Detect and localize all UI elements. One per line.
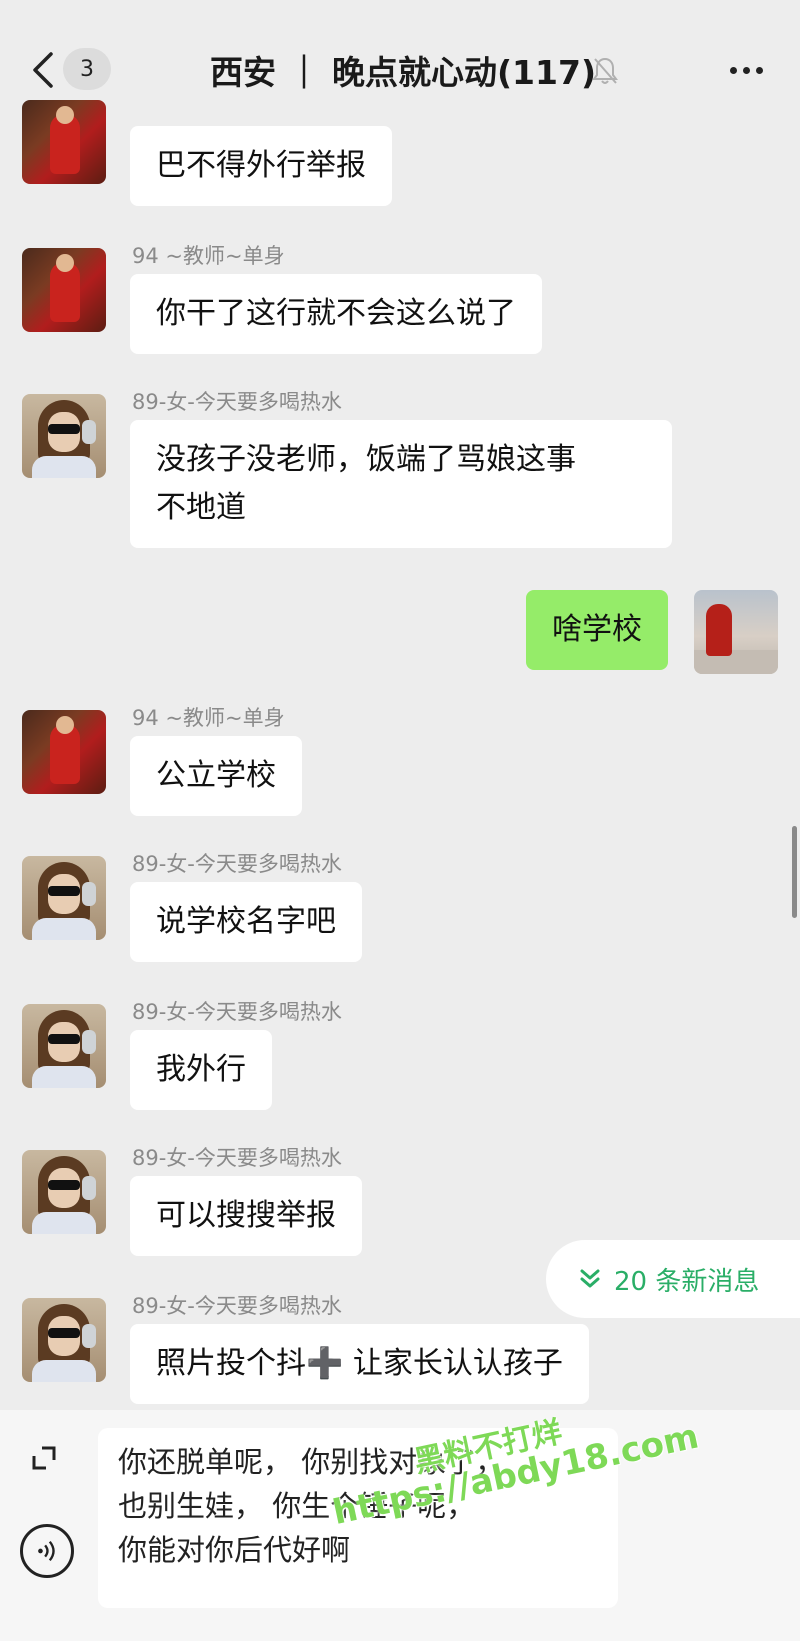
avatar[interactable] — [22, 100, 106, 184]
message-bubble[interactable]: 可以搜搜举报 — [130, 1176, 362, 1256]
sender-name: 94 ~教师~单身 — [132, 244, 285, 268]
input-line: 你能对你后代好啊 — [118, 1533, 351, 1567]
message-bubble[interactable]: 说学校名字吧 — [130, 882, 362, 962]
message-bubble-self[interactable]: 啥学校 — [526, 590, 668, 670]
input-line: 你还脱单呢， 你别找对象了， — [118, 1445, 505, 1479]
double-chevron-down-icon — [580, 1269, 600, 1288]
dot-icon — [729, 66, 737, 74]
dot-icon — [755, 66, 763, 74]
avatar[interactable] — [22, 1150, 106, 1234]
message-bubble[interactable]: 公立学校 — [130, 736, 302, 816]
message-bubble[interactable]: 没孩子没老师，饭端了骂娘这事 不地道 — [130, 420, 672, 548]
sender-name: 94 ~教师~单身 — [132, 706, 285, 730]
back-button[interactable] — [28, 48, 58, 92]
voice-input-button[interactable] — [20, 1524, 74, 1578]
sender-name: 89-女-今天要多喝热水 — [132, 1146, 342, 1170]
avatar[interactable] — [22, 856, 106, 940]
message-bubble[interactable]: 我外行 — [130, 1030, 272, 1110]
message-bubble[interactable]: 照片投个抖➕ 让家长认认孩子 — [130, 1324, 589, 1404]
sender-name: 89-女-今天要多喝热水 — [132, 1294, 342, 1318]
more-options-button[interactable] — [724, 52, 768, 88]
expand-icon[interactable] — [30, 1444, 58, 1472]
chevron-left-icon — [33, 52, 53, 88]
input-bar: 你还脱单呢， 你别找对象了， 也别生娃， 你生个锤子呢， 你能对你后代好啊 — [0, 1410, 800, 1641]
message-line: 不地道 — [156, 490, 246, 525]
chat-header: 3 西安 ｜ 晚点就心动(117) — [0, 0, 800, 128]
avatar-self[interactable] — [694, 590, 778, 674]
avatar[interactable] — [22, 248, 106, 332]
dot-icon — [742, 66, 750, 74]
new-messages-label: 20 条新消息 — [614, 1266, 760, 1297]
sender-name: 89-女-今天要多喝热水 — [132, 390, 342, 414]
new-messages-button[interactable]: 20 条新消息 — [546, 1240, 800, 1318]
avatar[interactable] — [22, 1298, 106, 1382]
unread-count-badge[interactable]: 3 — [63, 48, 111, 90]
voice-wave-icon — [38, 1540, 55, 1562]
avatar[interactable] — [22, 710, 106, 794]
input-line: 也别生娃， 你生个锤子呢， — [118, 1489, 476, 1523]
message-bubble[interactable]: 巴不得外行举报 — [130, 126, 392, 206]
sender-name: 89-女-今天要多喝热水 — [132, 852, 342, 876]
message-input[interactable]: 你还脱单呢， 你别找对象了， 也别生娃， 你生个锤子呢， 你能对你后代好啊 — [98, 1428, 618, 1608]
avatar[interactable] — [22, 394, 106, 478]
message-bubble[interactable]: 你干了这行就不会这么说了 — [130, 274, 542, 354]
mute-bell-icon — [592, 57, 618, 84]
scrollbar[interactable] — [792, 826, 797, 918]
chat-title[interactable]: 西安 ｜ 晚点就心动(117) — [210, 48, 596, 92]
sender-name: 89-女-今天要多喝热水 — [132, 1000, 342, 1024]
message-line: 没孩子没老师，饭端了骂娘这事 — [156, 442, 576, 477]
avatar[interactable] — [22, 1004, 106, 1088]
